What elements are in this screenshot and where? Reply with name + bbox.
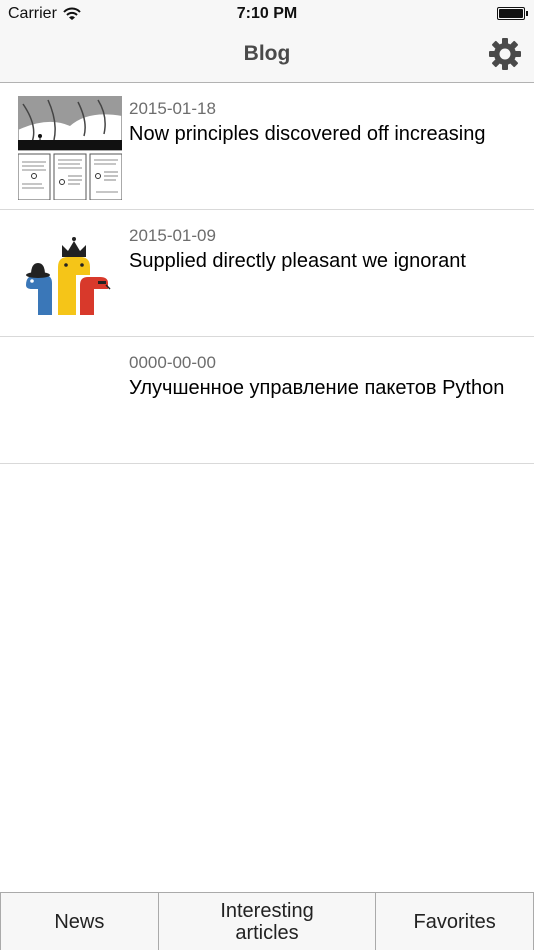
status-bar: Carrier 7:10 PM bbox=[0, 0, 534, 28]
comic-strip-thumbnail bbox=[18, 96, 122, 200]
tab-favorites[interactable]: Favorites bbox=[375, 893, 534, 950]
python-snakes-logo bbox=[26, 237, 111, 315]
page-title: Blog bbox=[243, 42, 291, 65]
article-date: 2015-01-09 bbox=[129, 226, 216, 245]
gear-icon[interactable] bbox=[488, 37, 522, 71]
status-time: 7:10 PM bbox=[236, 5, 298, 22]
battery-cap bbox=[526, 11, 528, 16]
article-row[interactable]: 2015-01-09 Supplied directly pleasant we… bbox=[0, 210, 534, 337]
article-title: Now principles discovered off increasing bbox=[129, 123, 486, 145]
navigation-bar: Blog bbox=[0, 28, 534, 83]
article-row[interactable]: 2015-01-18 Now principles discovered off… bbox=[0, 83, 534, 210]
battery-icon bbox=[497, 7, 525, 20]
article-title: Supplied directly pleasant we ignorant bbox=[129, 250, 466, 272]
article-title: Улучшенное управление пакетов Python bbox=[129, 377, 505, 399]
article-row[interactable]: 0000-00-00 Улучшенное управление пакетов… bbox=[0, 337, 534, 464]
tab-bar: News Interesting articles Favorites bbox=[0, 892, 534, 950]
article-date: 0000-00-00 bbox=[129, 353, 216, 372]
tab-news[interactable]: News bbox=[0, 893, 158, 950]
article-list: 2015-01-18 Now principles discovered off… bbox=[0, 83, 534, 464]
tab-interesting-articles[interactable]: Interesting articles bbox=[157, 893, 376, 950]
article-date: 2015-01-18 bbox=[129, 99, 216, 118]
